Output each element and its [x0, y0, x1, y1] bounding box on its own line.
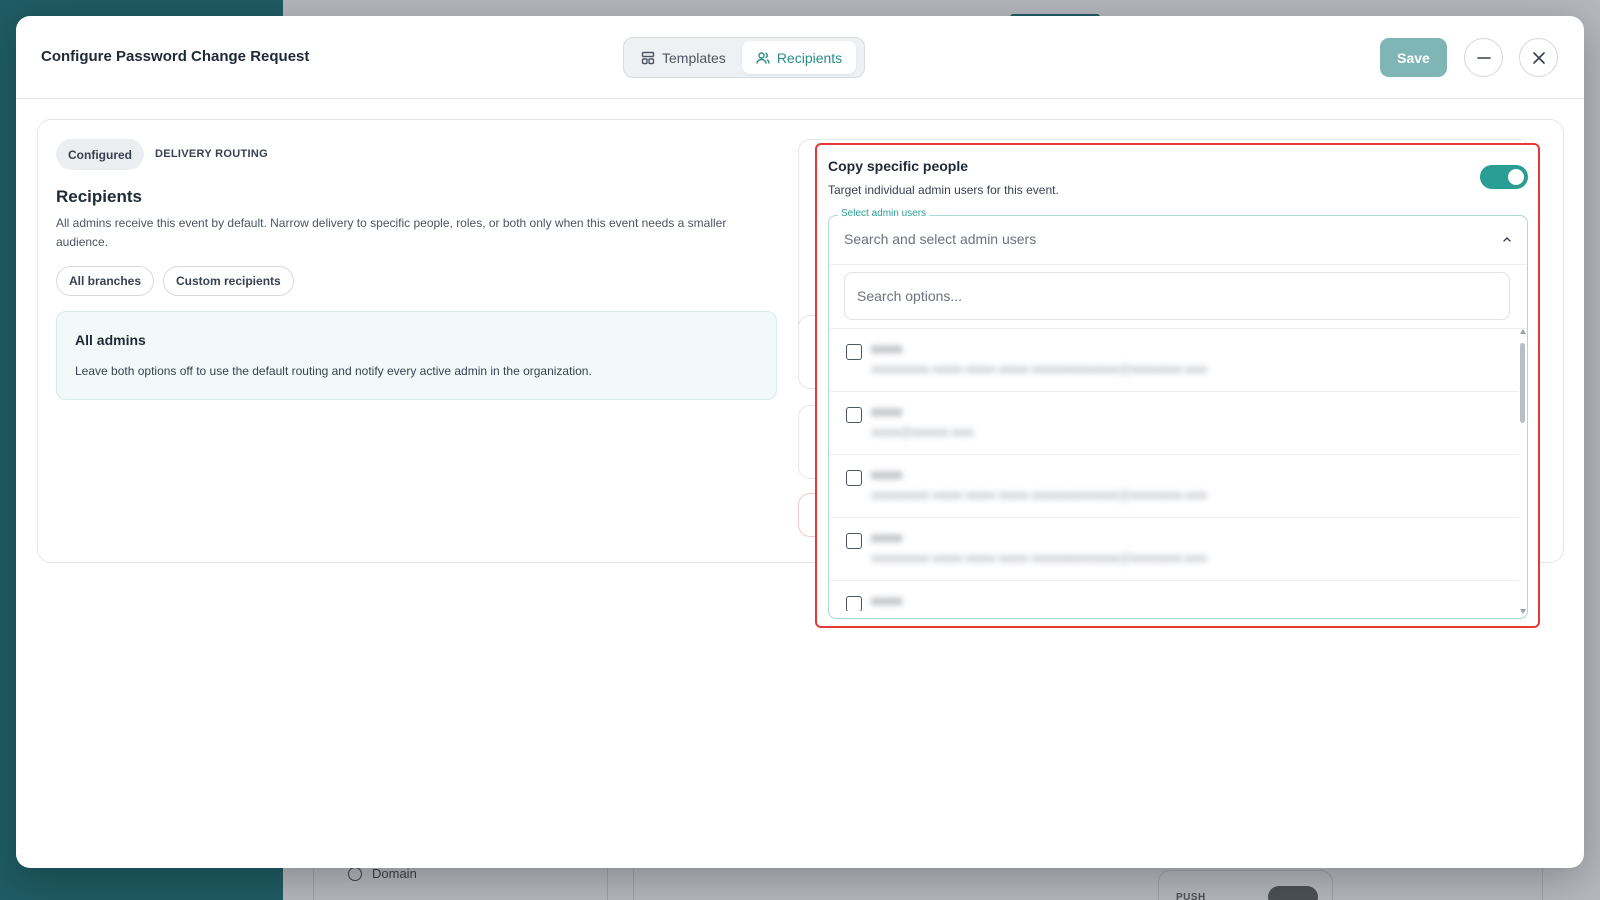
- option-checkbox[interactable]: [846, 596, 862, 611]
- background-nav-label: Domain: [372, 866, 417, 881]
- modal-title: Configure Password Change Request: [41, 48, 310, 65]
- background-nav-item-domain: Domain: [348, 866, 417, 881]
- option-name: ●●●●: [871, 341, 903, 356]
- search-options-input[interactable]: [844, 272, 1510, 320]
- background-push-toggle: [1268, 886, 1318, 900]
- chip-all-branches[interactable]: All branches: [56, 266, 155, 296]
- options-list: ●●●● ●●●●●●●●-●●●●-●●●●-●●●●-●●●●●●●●●●●…: [829, 329, 1519, 611]
- scroll-thumb[interactable]: [1520, 343, 1525, 423]
- select-label: Select admin users: [838, 208, 930, 219]
- chip-custom-recipients[interactable]: Custom recipients: [163, 266, 294, 296]
- tab-recipients-label: Recipients: [776, 49, 843, 66]
- options-scrollbar[interactable]: [1519, 329, 1527, 614]
- close-icon: [1532, 51, 1545, 64]
- scroll-down-arrow-icon[interactable]: [1520, 609, 1526, 614]
- list-item[interactable]: ●●●● ●●●●●●●●-●●●●-●●●●-●●●●-●●●●●●●●●●●…: [829, 329, 1519, 392]
- option-checkbox[interactable]: [846, 533, 862, 549]
- copy-people-toggle[interactable]: [1480, 165, 1528, 189]
- option-name: ●●●●: [871, 593, 903, 608]
- template-icon: [641, 51, 655, 64]
- copy-people-description: Target individual admin users for this e…: [828, 183, 1059, 197]
- minus-icon: [1476, 56, 1491, 59]
- section-label: DELIVERY ROUTING: [155, 148, 268, 160]
- admin-users-select[interactable]: Select admin users Search and select adm…: [828, 208, 1528, 619]
- option-checkbox[interactable]: [846, 470, 862, 486]
- section-description: All admins receive this event by default…: [56, 216, 727, 249]
- tab-recipients[interactable]: Recipients: [741, 41, 857, 74]
- close-button[interactable]: [1519, 38, 1558, 77]
- option-checkbox[interactable]: [846, 407, 862, 423]
- section-title: Recipients: [56, 187, 142, 206]
- select-placeholder: Search and select admin users: [844, 231, 1037, 247]
- chevron-up-icon[interactable]: [1502, 235, 1512, 243]
- copy-specific-people-panel: Copy specific people Target individual a…: [815, 143, 1540, 628]
- toggle-knob: [1508, 169, 1524, 185]
- option-name: ●●●●: [871, 467, 903, 482]
- all-admins-box: All admins Leave both options off to use…: [56, 311, 777, 400]
- option-checkbox[interactable]: [846, 344, 862, 360]
- tab-templates-label: Templates: [662, 49, 726, 66]
- list-item[interactable]: ●●●● ●●●●@●●●●●.●●●: [829, 581, 1519, 611]
- all-admins-description: Leave both options off to use the defaul…: [75, 364, 592, 378]
- modal-header: Configure Password Change Request Templa…: [16, 16, 1584, 99]
- option-email: ●●●●●●●●-●●●●-●●●●-●●●●-●●●●●●●●●●●●@●●●…: [871, 488, 1207, 502]
- users-icon: [756, 51, 770, 64]
- divider: [829, 264, 1527, 265]
- option-name: ●●●●: [871, 404, 903, 419]
- background-push-label: PUSH: [1176, 892, 1206, 900]
- list-item[interactable]: ●●●● ●●●●@●●●●●.●●●: [829, 392, 1519, 455]
- option-email: ●●●●●●●●-●●●●-●●●●-●●●●-●●●●●●●●●●●●@●●●…: [871, 362, 1207, 376]
- globe-icon: [348, 866, 362, 881]
- scroll-up-arrow-icon[interactable]: [1520, 329, 1526, 334]
- option-email: ●●●●@●●●●●.●●●: [871, 425, 974, 439]
- tab-templates[interactable]: Templates: [627, 41, 740, 74]
- copy-people-title: Copy specific people: [828, 158, 969, 174]
- option-name: ●●●●: [871, 530, 903, 545]
- minimize-button[interactable]: [1464, 38, 1503, 77]
- list-item[interactable]: ●●●● ●●●●●●●●-●●●●-●●●●-●●●●-●●●●●●●●●●●…: [829, 455, 1519, 518]
- status-badge: Configured: [56, 139, 144, 170]
- option-email: ●●●●●●●●-●●●●-●●●●-●●●●-●●●●●●●●●●●●@●●●…: [871, 551, 1207, 565]
- all-admins-title: All admins: [75, 332, 146, 348]
- tab-switch: Templates Recipients: [623, 37, 865, 78]
- save-button[interactable]: Save: [1380, 38, 1447, 77]
- list-item[interactable]: ●●●● ●●●●●●●●-●●●●-●●●●-●●●●-●●●●●●●●●●●…: [829, 518, 1519, 581]
